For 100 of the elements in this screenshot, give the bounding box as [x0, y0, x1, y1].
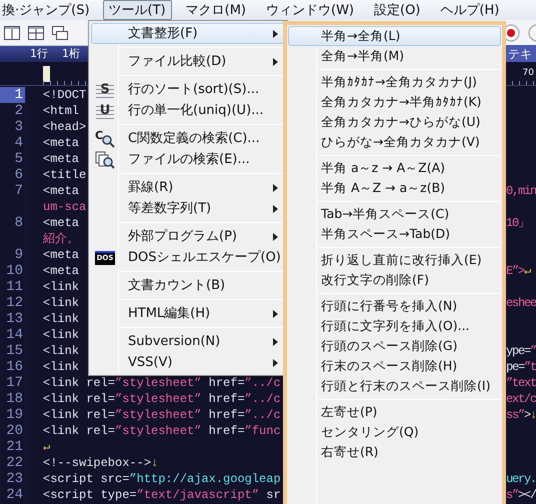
lines-letter-icon: S	[96, 82, 114, 98]
menu-item[interactable]: ファイルの検索(E)...	[91, 149, 285, 170]
code-text: 0,min	[506, 184, 536, 198]
split-grid-icon[interactable]	[28, 26, 44, 40]
menu-item[interactable]: 半角スペース→Tab(D)	[288, 224, 501, 244]
file-search-icon	[95, 150, 115, 168]
menu-item[interactable]: ファイル比較(D)	[91, 51, 285, 72]
line-number: 11	[5, 279, 24, 295]
code-text: <link	[43, 280, 80, 294]
menu-item[interactable]: 行頭に文字列を挿入(O)...	[288, 316, 501, 336]
menu-item[interactable]: 全角→半角(M)	[288, 46, 501, 66]
menu-item[interactable]: 半角 a～z → A～Z(A)	[288, 158, 501, 178]
menu-item[interactable]: S 行のソート(sort)(S)...	[91, 79, 285, 100]
code-text: <meta	[43, 184, 80, 198]
line-number: 8	[14, 215, 24, 231]
menu-item[interactable]: U 行の単一化(uniq)(U)...	[91, 100, 285, 121]
line-number: 20	[5, 423, 24, 439]
menu-item[interactable]: 半角→全角(L)	[288, 26, 501, 46]
line-number: 18	[5, 391, 24, 407]
line-number: 17	[5, 375, 24, 391]
line-number: 10	[5, 263, 24, 279]
menu-item[interactable]: 外部プログラム(P)	[91, 226, 285, 247]
line-number: 3	[14, 119, 24, 135]
line-number: 14	[5, 327, 24, 343]
menu-item[interactable]: 罫線(R)	[91, 177, 285, 198]
code-text: <link rel=”stylesheet” href=”func	[43, 424, 281, 438]
code-text: <link	[43, 344, 80, 358]
menu-item[interactable]: 全角カタカナ→半角ｶﾀｶﾅ(K)	[288, 92, 501, 112]
menu-bar-item[interactable]: ツール(T)	[102, 0, 172, 20]
menu-item[interactable]: Subversion(N)	[91, 331, 285, 352]
code-text: <meta	[43, 152, 80, 166]
code-text: <link rel=”stylesheet” href=”../c	[43, 408, 281, 422]
line-number: 4	[14, 135, 24, 151]
tab-label[interactable]: テキ	[506, 45, 536, 63]
menu-bar-item[interactable]: マクロ(M)	[180, 0, 252, 20]
code-text: ↵	[43, 440, 50, 454]
code-text: <link rel=”stylesheet” href=”../c	[43, 376, 281, 390]
code-text: ext/c	[506, 392, 536, 406]
menu-item[interactable]: VSS(V)	[91, 352, 285, 373]
line-number: 15	[5, 343, 24, 359]
code-text: pe=”t	[506, 360, 536, 374]
menu-item[interactable]: 全角カタカナ→ひらがな(U)	[288, 112, 501, 132]
menu-bar-item[interactable]: 設定(O)	[368, 0, 426, 20]
menu-item[interactable]: センタリング(Q)	[288, 422, 501, 442]
code-text: <link	[43, 312, 80, 326]
menu-item[interactable]: 文書カウント(B)	[91, 275, 285, 296]
menu-item[interactable]: 右寄せ(R)	[288, 442, 501, 462]
menu-bar-item[interactable]: 換·ジャンプ(S)	[0, 0, 96, 20]
menu-item[interactable]: 行頭のスペース削除(G)	[288, 336, 501, 356]
menu-item[interactable]: 左寄せ(P)	[288, 402, 501, 422]
cascade-windows-icon[interactable]	[52, 26, 68, 40]
code-text: E”>↵	[506, 264, 530, 278]
menu-item[interactable]: 折り返し直前に改行挿入(E)	[288, 250, 501, 270]
menu-item[interactable]: 等差数字列(T)	[91, 198, 285, 219]
menu-item[interactable]: 行末のスペース削除(H)	[288, 356, 501, 376]
split-vertical-icon[interactable]	[4, 26, 20, 40]
column-indicator: 1桁	[62, 46, 80, 62]
code-text: <!--swipebox-->↓	[43, 456, 158, 470]
line-number: 12	[5, 295, 24, 311]
code-text: <meta	[43, 216, 80, 230]
line-number: 7	[14, 183, 24, 199]
code-text: <script src=”http://ajax.googleap	[43, 472, 281, 486]
code-text: ”text	[506, 376, 536, 390]
code-text: <meta	[43, 264, 80, 278]
menu-item[interactable]: 改行文字の削除(F)	[288, 270, 501, 290]
line-number: 2	[14, 103, 24, 119]
menu-item[interactable]: ひらがな→全角カタカナ(V)	[288, 132, 501, 152]
code-text: <html	[43, 104, 80, 118]
line-number: 13	[5, 311, 24, 327]
code-text: <meta	[43, 136, 80, 150]
line-number: 6	[14, 167, 24, 183]
lines-letter-icon: U	[96, 102, 114, 118]
menu-item[interactable]: HTML編集(H)	[91, 303, 285, 324]
line-number: 16	[5, 359, 24, 375]
line-indicator: 1行	[30, 46, 48, 62]
code-text: <!DOCT	[43, 88, 86, 102]
code-text: 10」	[506, 216, 529, 230]
line-number: 19	[5, 407, 24, 423]
code-text: <link	[43, 296, 80, 310]
menu-item[interactable]: 行頭と行末のスペース削除(I)	[288, 376, 501, 396]
line-number: 5	[14, 151, 24, 167]
code-text: <link	[43, 328, 80, 342]
menu-bar-item[interactable]: ヘルプ(H)	[434, 0, 506, 20]
menu-item[interactable]: C C関数定義の検索(C)...	[91, 128, 285, 149]
menu-bar-item[interactable]: ウィンドウ(W)	[260, 0, 360, 20]
code-text: <link rel=”stylesheet” href=”../c	[43, 392, 281, 406]
code-text: ype=”	[506, 344, 536, 358]
code-text: <title	[43, 168, 86, 182]
menu-item[interactable]: 行頭に行番号を挿入(N)	[288, 296, 501, 316]
menu-item[interactable]: 半角 A～Z → a～z(B)	[288, 178, 501, 198]
menu-item[interactable]: 文書整形(F)	[91, 23, 285, 44]
code-text: eshee	[506, 296, 536, 310]
menu-item[interactable]: Tab→半角スペース(C)	[288, 204, 501, 224]
code-text: <meta	[43, 248, 80, 262]
code-text: <head>	[43, 120, 86, 134]
line-number: 24	[5, 487, 24, 503]
code-text: ss”>↓	[506, 408, 536, 422]
code-text: s”></	[506, 488, 536, 502]
ruler-number: 70	[522, 67, 534, 80]
menu-item[interactable]: 半角ｶﾀｶﾅ→全角カタカナ(J)	[288, 72, 501, 92]
